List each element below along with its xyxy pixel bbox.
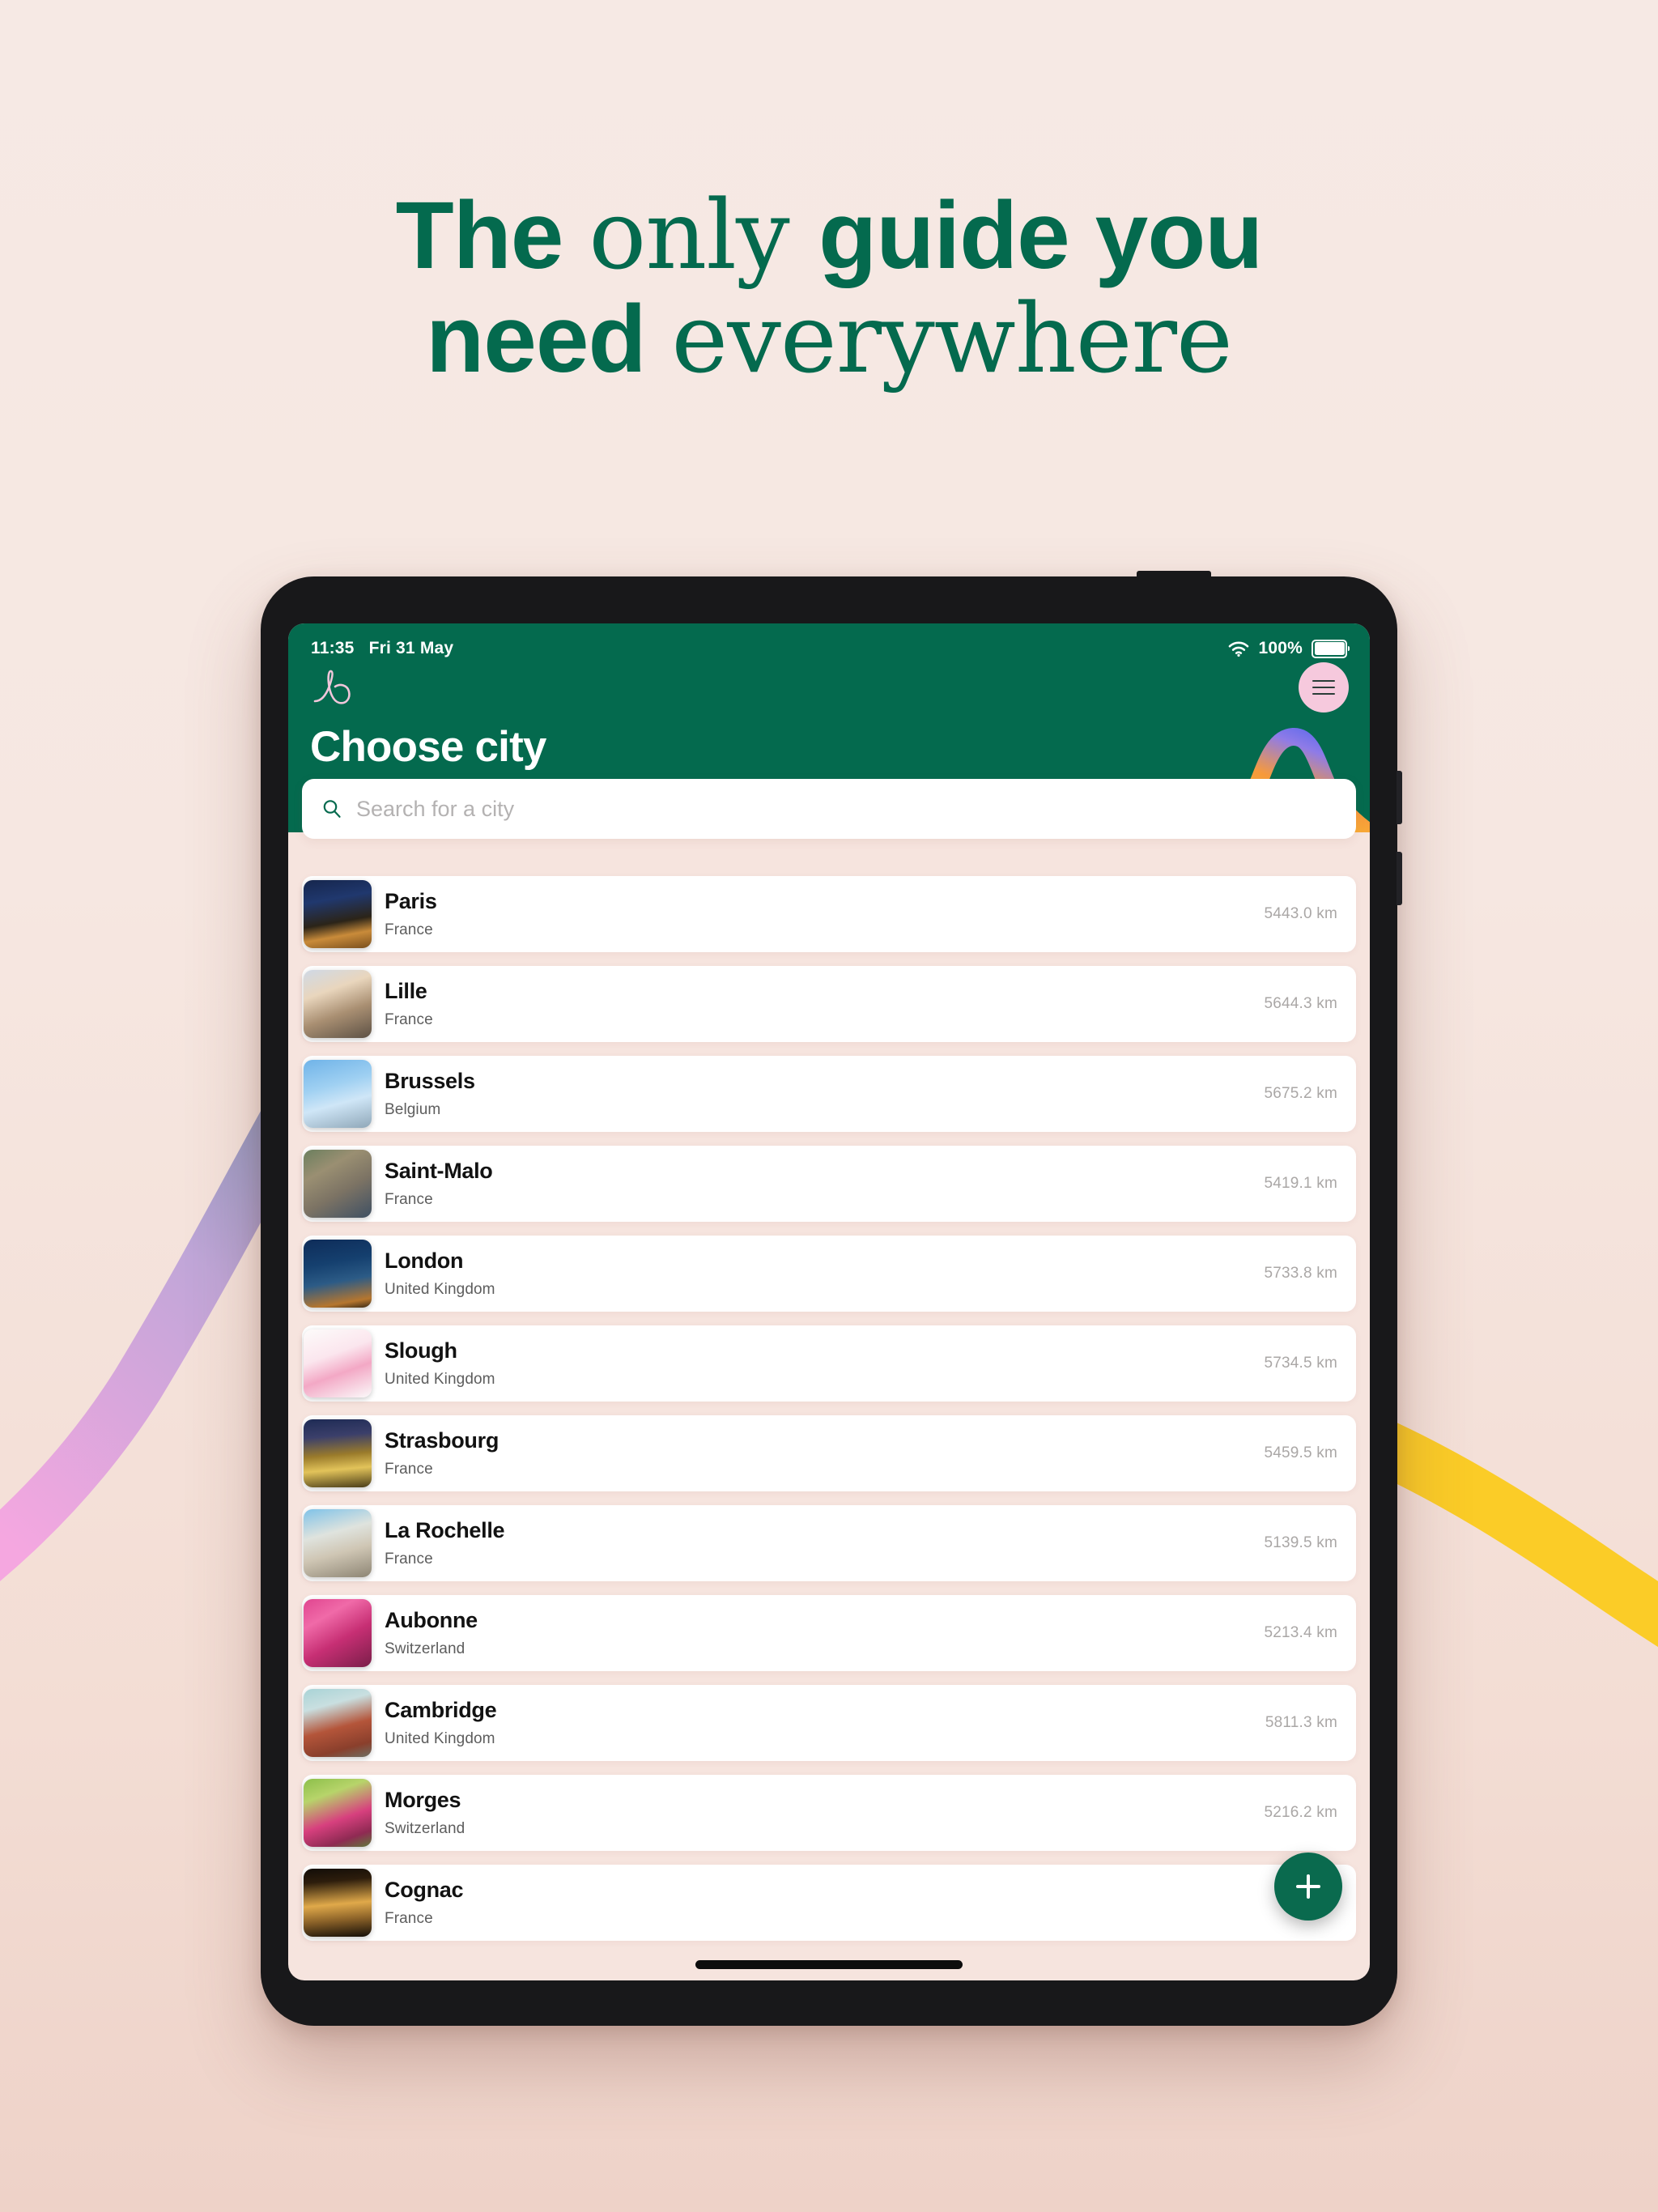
city-list[interactable]: Paris France 5443.0 km Lille France 5644.3 km… — [288, 839, 1370, 1980]
city-text-block: Strasbourg France — [385, 1428, 1264, 1478]
city-text-block: Cambridge United Kingdom — [385, 1698, 1265, 1748]
city-list-item[interactable]: Aubonne Switzerland 5213.4 km — [302, 1595, 1356, 1671]
city-thumbnail — [304, 1150, 372, 1218]
city-country: United Kingdom — [385, 1371, 495, 1389]
device-volume-up-button[interactable] — [1397, 771, 1402, 824]
city-country: France — [385, 1461, 433, 1478]
city-thumbnail — [304, 1509, 372, 1577]
tablet-device-frame: 11:35 Fri 31 May 100% Choose city Search… — [261, 571, 1402, 2026]
city-text-block: Slough United Kingdom — [385, 1338, 1264, 1389]
headline-word-the: The — [395, 182, 589, 290]
city-country: United Kingdom — [385, 1281, 495, 1299]
city-name: Cambridge — [385, 1697, 497, 1722]
add-city-fab-button[interactable] — [1274, 1853, 1342, 1921]
city-text-block: Aubonne Switzerland — [385, 1608, 1264, 1658]
city-name: Strasbourg — [385, 1427, 500, 1453]
city-distance: 5459.5 km — [1264, 1444, 1337, 1461]
page-title: Choose city — [310, 723, 546, 771]
city-thumbnail — [304, 1599, 372, 1667]
city-distance: 5675.2 km — [1264, 1085, 1337, 1102]
hamburger-menu-icon — [1312, 680, 1335, 695]
city-list-item[interactable]: London United Kingdom 5733.8 km — [302, 1236, 1356, 1312]
city-name: La Rochelle — [385, 1517, 505, 1542]
city-name: Paris — [385, 888, 437, 913]
battery-full-icon — [1312, 639, 1350, 658]
city-distance: 5213.4 km — [1264, 1624, 1337, 1641]
city-list-item[interactable]: Slough United Kingdom 5734.5 km — [302, 1325, 1356, 1402]
city-name: London — [385, 1248, 464, 1273]
search-input-placeholder[interactable]: Search for a city — [356, 797, 514, 822]
city-country: France — [385, 921, 433, 939]
city-list-item[interactable]: Morges Switzerland 5216.2 km — [302, 1775, 1356, 1851]
city-name: Saint-Malo — [385, 1158, 493, 1183]
city-distance: 5734.5 km — [1264, 1355, 1337, 1372]
city-thumbnail — [304, 880, 372, 948]
city-list-item[interactable]: CognacFrance508 — [302, 1865, 1356, 1941]
city-text-block: Paris France — [385, 889, 1264, 939]
city-list-item[interactable]: Brussels Belgium 5675.2 km — [302, 1056, 1356, 1132]
city-text-block: Cognac France — [385, 1878, 1312, 1928]
status-bar: 11:35 Fri 31 May 100% — [288, 635, 1370, 662]
city-name: Slough — [385, 1338, 457, 1363]
city-thumbnail — [304, 1779, 372, 1847]
city-list-item[interactable]: Lille France 5644.3 km — [302, 966, 1356, 1042]
city-country: Belgium — [385, 1101, 441, 1119]
device-volume-down-button[interactable] — [1397, 852, 1402, 905]
home-indicator[interactable] — [695, 1960, 963, 1969]
city-text-block: Lille France — [385, 979, 1264, 1029]
city-text-block: Morges Switzerland — [385, 1788, 1264, 1838]
city-country: Switzerland — [385, 1820, 466, 1838]
city-name: Morges — [385, 1787, 461, 1812]
city-distance: 5733.8 km — [1264, 1265, 1337, 1282]
device-screen: 11:35 Fri 31 May 100% Choose city Search… — [288, 623, 1370, 1980]
city-text-block: Brussels Belgium — [385, 1069, 1264, 1119]
battery-percent-label: 100% — [1258, 639, 1303, 657]
city-distance: 5644.3 km — [1264, 995, 1337, 1012]
city-thumbnail — [304, 1060, 372, 1128]
city-thumbnail — [304, 1689, 372, 1757]
city-name: Aubonne — [385, 1607, 478, 1632]
status-bar-date: Fri 31 May — [368, 639, 454, 657]
city-distance: 5443.0 km — [1264, 905, 1337, 922]
search-bar[interactable]: Search for a city — [302, 779, 1356, 839]
search-icon — [323, 800, 341, 818]
city-name: Lille — [385, 978, 427, 1003]
city-thumbnail — [304, 1329, 372, 1397]
city-list-item[interactable]: Cambridge United Kingdom 5811.3 km — [302, 1685, 1356, 1761]
city-list-item[interactable]: Paris France 5443.0 km — [302, 876, 1356, 952]
marketing-headline: The only guide you need everywhere — [0, 182, 1658, 395]
wifi-icon — [1229, 641, 1249, 657]
city-list-item[interactable]: Saint-Malo France 5419.1 km — [302, 1146, 1356, 1222]
city-thumbnail — [304, 1419, 372, 1487]
headline-word-everywhere: everywhere — [671, 283, 1232, 395]
city-country: France — [385, 1910, 433, 1928]
city-thumbnail — [304, 1869, 372, 1937]
city-distance: 5811.3 km — [1265, 1714, 1337, 1731]
city-thumbnail — [304, 970, 372, 1038]
city-name: Cognac — [385, 1877, 464, 1902]
city-thumbnail — [304, 1240, 372, 1308]
city-country: Switzerland — [385, 1640, 466, 1658]
city-text-block: London United Kingdom — [385, 1249, 1264, 1299]
status-bar-time: 11:35 — [311, 639, 355, 657]
city-country: France — [385, 1551, 433, 1568]
city-list-item[interactable]: Strasbourg France 5459.5 km — [302, 1415, 1356, 1491]
city-country: United Kingdom — [385, 1730, 495, 1748]
city-distance: 5139.5 km — [1264, 1534, 1337, 1551]
headline-word-only: only — [589, 179, 819, 291]
app-logo-icon — [313, 670, 351, 704]
city-text-block: La Rochelle France — [385, 1518, 1264, 1568]
city-country: France — [385, 1011, 433, 1029]
headline-word-guide-you: guide you — [818, 182, 1263, 290]
city-name: Brussels — [385, 1068, 475, 1093]
headline-word-need: need — [426, 286, 672, 393]
city-list-item[interactable]: La Rochelle France 5139.5 km — [302, 1505, 1356, 1581]
city-distance: 5419.1 km — [1264, 1175, 1337, 1192]
device-power-button[interactable] — [1137, 571, 1211, 578]
city-text-block: Saint-Malo France — [385, 1159, 1264, 1209]
city-country: France — [385, 1191, 433, 1209]
city-distance: 5216.2 km — [1264, 1804, 1337, 1821]
hamburger-menu-button[interactable] — [1299, 662, 1349, 713]
